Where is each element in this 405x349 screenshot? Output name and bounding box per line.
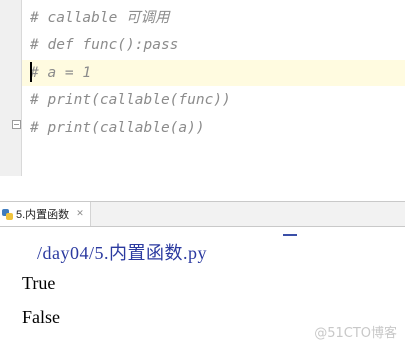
code-line: # a = 1 xyxy=(30,65,92,81)
run-tab-label: 5.内置函数 xyxy=(16,209,70,221)
close-icon[interactable]: ✕ xyxy=(76,209,84,219)
run-tab[interactable]: 5.内置函数 ✕ xyxy=(0,202,91,226)
code-editor[interactable]: # callable 可调用 # def func():pass # a = 1… xyxy=(0,0,405,176)
clipped-text-fragment xyxy=(283,228,297,236)
python-file-icon xyxy=(2,208,13,220)
console-output-line: True xyxy=(22,273,56,293)
run-tab-bar: 5.内置函数 ✕ xyxy=(0,201,405,227)
text-caret xyxy=(30,62,32,82)
code-line: # def func():pass xyxy=(30,37,179,53)
code-line: # print(callable(func)) xyxy=(30,92,231,108)
console-output-line: False xyxy=(22,307,60,327)
code-line: # print(callable(a)) xyxy=(30,120,205,136)
watermark: @51CTO博客 xyxy=(314,326,397,341)
editor-gutter xyxy=(0,0,22,176)
fold-icon[interactable] xyxy=(12,120,21,129)
panel-gap xyxy=(0,176,405,201)
code-line: # callable 可调用 xyxy=(30,10,170,26)
console-path-line[interactable]: /day04/5.内置函数.py xyxy=(37,239,207,265)
